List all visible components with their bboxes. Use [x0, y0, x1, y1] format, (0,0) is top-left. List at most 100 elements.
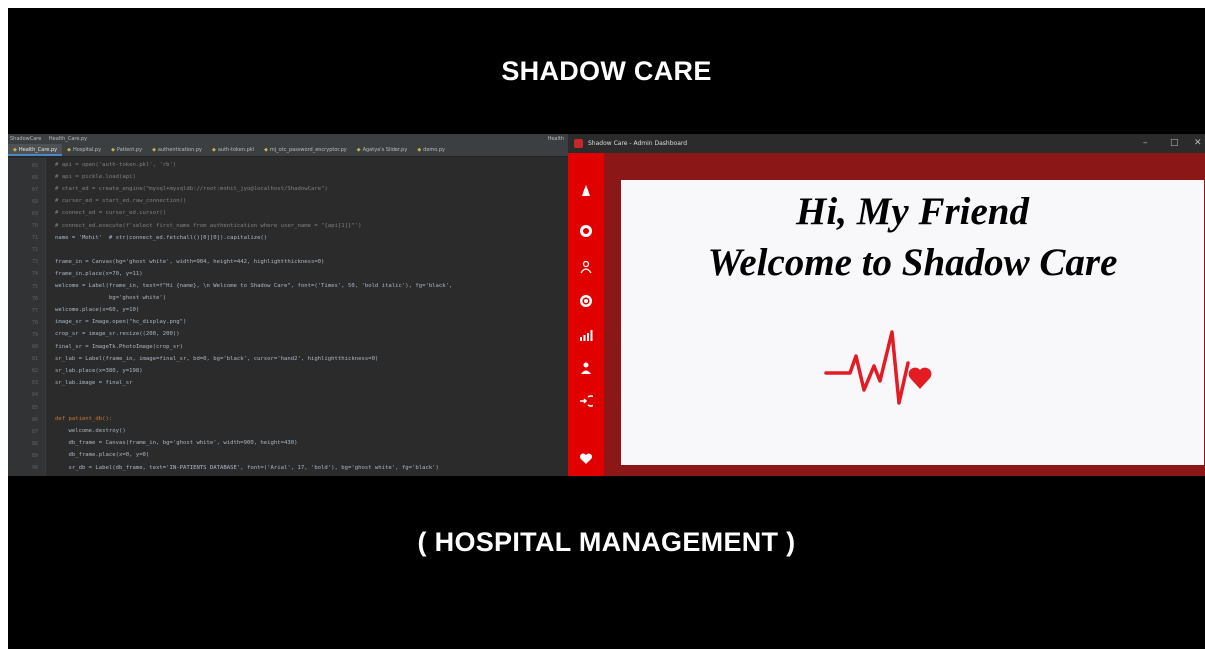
line-number: 84: [31, 392, 38, 399]
code-line: final_sr = ImageTk.PhotoImage(crop_sr): [55, 343, 183, 350]
code-line: # connect_ed = curser_ed.cursor(): [55, 210, 167, 217]
code-line: welcome = Label(frame_in, text=f"Hi {nam…: [55, 283, 453, 289]
python-file-icon: ◆: [152, 147, 156, 153]
code-line: db_frame.place(x=0, y=0): [55, 452, 150, 459]
ide-tab-label: Agatya's Slider.py: [362, 147, 408, 153]
code-line: crop_sr = image_sr.resize((200, 200)): [55, 331, 180, 338]
line-number: 77: [31, 307, 38, 314]
code-line: # api = pickle.load(api): [55, 174, 136, 181]
ide-tab[interactable]: ◆ auth-token.pkl: [207, 144, 259, 156]
app-logo-icon: [574, 139, 583, 148]
ide-tab-label: demo.py: [423, 147, 445, 153]
ide-tab-label: auth-token.pkl: [217, 147, 255, 153]
line-number: 66: [31, 174, 38, 181]
greeting-line-2: Welcome to Shadow Care: [707, 241, 1118, 284]
line-number: 79: [31, 331, 38, 338]
close-button[interactable]: ✕: [1194, 134, 1202, 153]
line-number: 80: [31, 344, 38, 350]
doctor-icon[interactable]: [578, 184, 594, 200]
code-line: frame_in.place(x=70, y=11): [55, 270, 143, 277]
line-number: 67: [31, 186, 38, 193]
line-number: 65: [31, 162, 38, 169]
ide-run-config[interactable]: Health: [548, 134, 564, 144]
ide-tab-label: Hospital.py: [72, 147, 102, 153]
user-icon[interactable]: [578, 361, 594, 377]
ide-tab[interactable]: ◆ Agatya's Slider.py: [352, 144, 413, 156]
python-file-icon: ◆: [13, 147, 17, 153]
line-number: 71: [31, 235, 38, 242]
code-line: sr_db = Label(db_frame, text='IN-PATIENT…: [55, 464, 439, 471]
minimize-button[interactable]: –: [1143, 134, 1148, 153]
banner-subtitle: ( HOSPITAL MANAGEMENT ): [417, 527, 796, 557]
breadcrumb-project[interactable]: ShadowCare: [10, 136, 41, 142]
ide-tab[interactable]: ◆ Hospital.py: [62, 144, 106, 156]
code-line: # connect_ed.execute(f'select first_name…: [55, 222, 362, 229]
line-number: 85: [31, 404, 38, 411]
line-number: 68: [31, 198, 38, 205]
welcome-panel: Hi, My Friend Welcome to Shadow Care: [621, 180, 1204, 465]
code-line: welcome.place(x=60, y=10): [55, 307, 140, 314]
line-number: 70: [31, 223, 38, 229]
line-number: 73: [31, 259, 38, 266]
python-file-icon: ◆: [212, 147, 216, 153]
greeting-line-1: Hi, My Friend: [796, 190, 1029, 233]
code-line: sr_lab.image = final_sr: [55, 379, 133, 386]
admin-window-title: Shadow Care - Admin Dashboard: [588, 140, 688, 147]
ide-tab[interactable]: ◆ authentication.py: [147, 144, 207, 156]
admin-sidebar: [568, 153, 604, 476]
python-file-icon: ◆: [356, 147, 361, 153]
line-number: 90: [31, 465, 38, 471]
line-number: 87: [31, 428, 38, 435]
logout-icon[interactable]: [578, 394, 597, 410]
ide-tab[interactable]: ◆ demo.py: [412, 144, 450, 156]
code-line: name = 'Mohit' # str(connect_ed.fetchall…: [55, 234, 268, 241]
python-file-icon: ◆: [111, 147, 115, 153]
python-file-icon: ◆: [417, 147, 422, 153]
ide-tab-label: Patient.py: [116, 147, 143, 153]
ide-tab-label: mj_otc_password_encryptor.py: [269, 147, 347, 153]
patient-icon[interactable]: [578, 260, 594, 276]
code-line: bg='ghost white'): [55, 295, 167, 302]
admin-titlebar: Shadow Care - Admin Dashboard – □ ✕: [568, 134, 1205, 153]
search-icon[interactable]: [578, 294, 594, 310]
line-number: 89: [31, 452, 38, 459]
code-line: def patient_db():: [55, 416, 113, 423]
line-number: 75: [31, 283, 38, 290]
line-number: 72: [31, 247, 38, 254]
maximize-button[interactable]: □: [1170, 134, 1179, 153]
line-number: 81: [31, 356, 38, 363]
ide-tab-label: authentication.py: [157, 147, 202, 153]
line-number: 83: [31, 380, 38, 387]
ide-tab-bar: ◆ Health_Care.py ◆ Hospital.py ◆ Patient.py ◆ a…: [8, 144, 568, 157]
code-line: image_sr = Image.open("hc_display.png"): [55, 319, 187, 326]
code-line: # curser_ed = start_ed.raw_connection(): [55, 198, 187, 205]
banner-title: SHADOW CARE: [501, 56, 712, 86]
line-number: 78: [31, 319, 38, 326]
code-line: sr_lab = Label(frame_in, image=final_sr,…: [55, 355, 379, 362]
ide-titlebar: ShadowCare Health_Care.py Health: [8, 134, 568, 144]
chart-icon[interactable]: [578, 328, 594, 344]
heart-icon[interactable]: [578, 452, 594, 468]
heartbeat-logo-icon[interactable]: [824, 330, 932, 410]
line-number: 76: [31, 295, 38, 302]
ide-tab[interactable]: ◆ Health_Care.py: [8, 144, 63, 156]
ide-window: ShadowCare Health_Care.py Health ◆ Health…: [8, 134, 568, 476]
code-line: # api = open('auth-token.pkl', 'rb'): [55, 162, 177, 168]
ide-tab-label: Health_Care.py: [18, 147, 58, 153]
target-icon[interactable]: [578, 224, 594, 240]
ide-tab[interactable]: ◆ mj_otc_password_encryptor.py: [259, 144, 352, 156]
code-line: db_frame = Canvas(frame_in, bg='ghost wh…: [55, 440, 298, 447]
breadcrumb-file[interactable]: Health_Care.py: [49, 136, 87, 142]
line-number: 74: [31, 271, 38, 278]
line-number: 88: [31, 440, 38, 447]
banner-frame: SHADOW CARE ShadowCare Health_Care.py He…: [8, 8, 1205, 649]
line-number: 69: [31, 210, 38, 217]
code-line: sr_lab.place(x=380, y=198): [55, 367, 143, 374]
admin-window: Shadow Care - Admin Dashboard – □ ✕ Hi, …: [568, 134, 1205, 476]
code-editor[interactable]: 65 # api = open('auth-token.pkl', 'rb') 66…: [32, 158, 568, 476]
code-line: # start_ed = create_engine("mysql+mysqld…: [55, 186, 328, 193]
code-line: frame_in = Canvas(bg='ghost white', widt…: [55, 258, 325, 265]
ide-tab[interactable]: ◆ Patient.py: [106, 144, 147, 156]
line-number: 82: [31, 368, 38, 375]
python-file-icon: ◆: [67, 147, 71, 153]
